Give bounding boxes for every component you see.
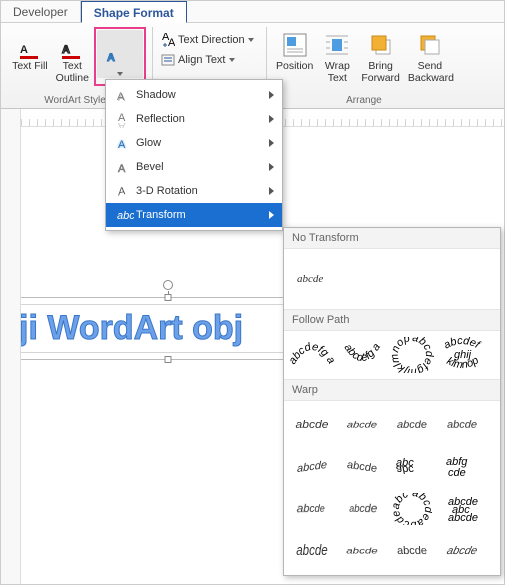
svg-text:A: A	[117, 91, 125, 103]
menu-item-transform[interactable]: abc Transform	[106, 203, 282, 227]
text-effects-icon: A	[103, 32, 137, 70]
group-arrange: Position Wrap Text Bring Forward Send Ba…	[269, 27, 459, 108]
gallery-item-follow-path-circle[interactable]: abcdefghijklmnop	[388, 335, 436, 375]
svg-text:abc: abc	[396, 463, 414, 475]
svg-text:A: A	[107, 52, 115, 64]
wordart-selection-box[interactable]: ji WordArt obj	[11, 297, 324, 360]
gallery-item-warp[interactable]: abcde	[288, 489, 336, 529]
submenu-arrow-icon	[269, 187, 274, 195]
wordart-text[interactable]: ji WordArt obj	[19, 309, 316, 348]
glow-icon: AA	[114, 134, 136, 152]
submenu-arrow-icon	[269, 115, 274, 123]
svg-text:cde: cde	[448, 467, 466, 479]
gallery-item-warp[interactable]: abcde	[338, 531, 386, 571]
menu-item-3d-rotation[interactable]: A 3-D Rotation	[106, 179, 282, 203]
submenu-arrow-icon	[269, 139, 274, 147]
text-fill-label: Text Fill	[12, 61, 48, 73]
wrap-text-button[interactable]: Wrap Text	[318, 27, 356, 86]
gallery-item-warp[interactable]: abfgcde	[438, 447, 486, 487]
dropdown-caret-icon	[229, 58, 235, 62]
text-outline-label: Text Outline	[56, 61, 89, 84]
gallery-item-warp[interactable]: abcde	[288, 447, 336, 487]
bring-forward-button[interactable]: Bring Forward	[358, 27, 403, 86]
transform-icon: abc	[114, 206, 136, 224]
menu-item-shadow[interactable]: AA Shadow	[106, 83, 282, 107]
gallery-item-warp[interactable]: abcde	[388, 405, 436, 445]
gallery-header-no-transform: No Transform	[284, 228, 500, 249]
tab-developer[interactable]: Developer	[1, 1, 81, 22]
text-fill-icon: A	[16, 29, 44, 61]
align-text-button[interactable]: Align Text	[159, 51, 256, 69]
gallery-item-warp[interactable]: abcdeabcdeabcde	[388, 489, 436, 529]
gallery-item-warp[interactable]: abcde	[338, 405, 386, 445]
rotation3d-icon: A	[114, 182, 136, 200]
group-label-arrange: Arrange	[346, 95, 382, 106]
gallery-item-warp[interactable]: abcde	[338, 489, 386, 529]
rotation-handle[interactable]	[163, 280, 173, 290]
gallery-item-follow-path-button[interactable]: abcdef ghij klmnop	[438, 335, 486, 375]
position-button[interactable]: Position	[273, 27, 316, 86]
submenu-arrow-icon	[269, 211, 274, 219]
text-effects-highlight: A	[94, 27, 146, 86]
gallery-item-warp[interactable]: abcde	[338, 447, 386, 487]
gallery-item-warp[interactable]: abcde	[288, 405, 336, 445]
text-fill-button[interactable]: A Text Fill	[9, 27, 51, 86]
text-direction-icon: AA	[161, 33, 175, 47]
text-effects-menu: AA Shadow AA Reflection AA Glow A Bevel …	[105, 79, 283, 231]
gallery-header-follow-path: Follow Path	[284, 309, 500, 331]
text-effects-button[interactable]: A	[97, 30, 143, 78]
svg-text:abcde: abcde	[448, 512, 478, 524]
gallery-item-warp[interactable]: abcdeabcabcde	[438, 489, 486, 529]
svg-text:A: A	[118, 163, 126, 175]
tab-shape-format[interactable]: Shape Format	[81, 1, 187, 23]
text-direction-button[interactable]: AA Text Direction	[159, 31, 256, 49]
gallery-item-follow-path-arch-up[interactable]: abcdefg abcdefg	[288, 335, 336, 375]
group-label-wordart: WordArt Styles	[44, 95, 111, 106]
ribbon-tabs: Developer Shape Format	[1, 1, 504, 23]
svg-text:A: A	[168, 37, 175, 47]
svg-text:A: A	[118, 120, 126, 128]
vertical-ruler	[1, 109, 21, 584]
svg-text:A: A	[118, 139, 126, 151]
bring-forward-icon	[367, 29, 395, 61]
send-backward-button[interactable]: Send Backward	[405, 27, 455, 86]
resize-handle-bottom[interactable]	[164, 356, 171, 363]
svg-text:A: A	[118, 185, 126, 199]
svg-text:abc: abc	[117, 210, 134, 222]
svg-text:A: A	[20, 44, 28, 56]
shadow-icon: AA	[114, 86, 136, 104]
menu-item-bevel[interactable]: A Bevel	[106, 155, 282, 179]
text-outline-icon: A	[58, 29, 86, 61]
gallery-item-warp[interactable]: abcde	[438, 531, 486, 571]
menu-item-glow[interactable]: AA Glow	[106, 131, 282, 155]
wrap-text-icon	[323, 29, 351, 61]
svg-text:abcdefg abcdefg: abcdefg abcdefg	[340, 337, 383, 365]
align-text-icon	[161, 53, 175, 67]
svg-text:A: A	[62, 44, 70, 56]
gallery-item-follow-path-arch-down[interactable]: abcdefg abcdefg	[338, 335, 386, 375]
position-icon	[281, 29, 309, 61]
svg-text:abcdefg abcdefg: abcdefg abcdefg	[290, 337, 334, 366]
gallery-item-warp[interactable]: abcde	[288, 531, 336, 571]
gallery-header-warp: Warp	[284, 379, 500, 401]
menu-item-reflection[interactable]: AA Reflection	[106, 107, 282, 131]
gallery-item-warp[interactable]: abcde	[388, 531, 436, 571]
gallery-item-no-transform[interactable]: abcde	[292, 259, 340, 299]
gallery-item-warp[interactable]: abcabc	[388, 447, 436, 487]
submenu-arrow-icon	[269, 91, 274, 99]
reflection-icon: AA	[114, 110, 136, 128]
send-backward-icon	[416, 29, 444, 61]
bevel-icon: A	[114, 158, 136, 176]
svg-text:abcdefghijklmnop: abcdefghijklmnop	[390, 337, 434, 373]
resize-handle-top[interactable]	[164, 294, 171, 301]
dropdown-caret-icon	[248, 38, 254, 42]
transform-gallery: No Transform abcde Follow Path abcdefg a…	[283, 227, 501, 576]
text-outline-button[interactable]: A Text Outline	[53, 27, 92, 86]
gallery-warp-grid: abcde abcde abcde abcde abcde abcde abca…	[284, 401, 500, 575]
svg-text:abcdeabcdeabcde: abcdeabcdeabcde	[392, 493, 432, 525]
submenu-arrow-icon	[269, 163, 274, 171]
dropdown-caret-icon	[117, 72, 123, 76]
gallery-item-warp[interactable]: abcde	[438, 405, 486, 445]
